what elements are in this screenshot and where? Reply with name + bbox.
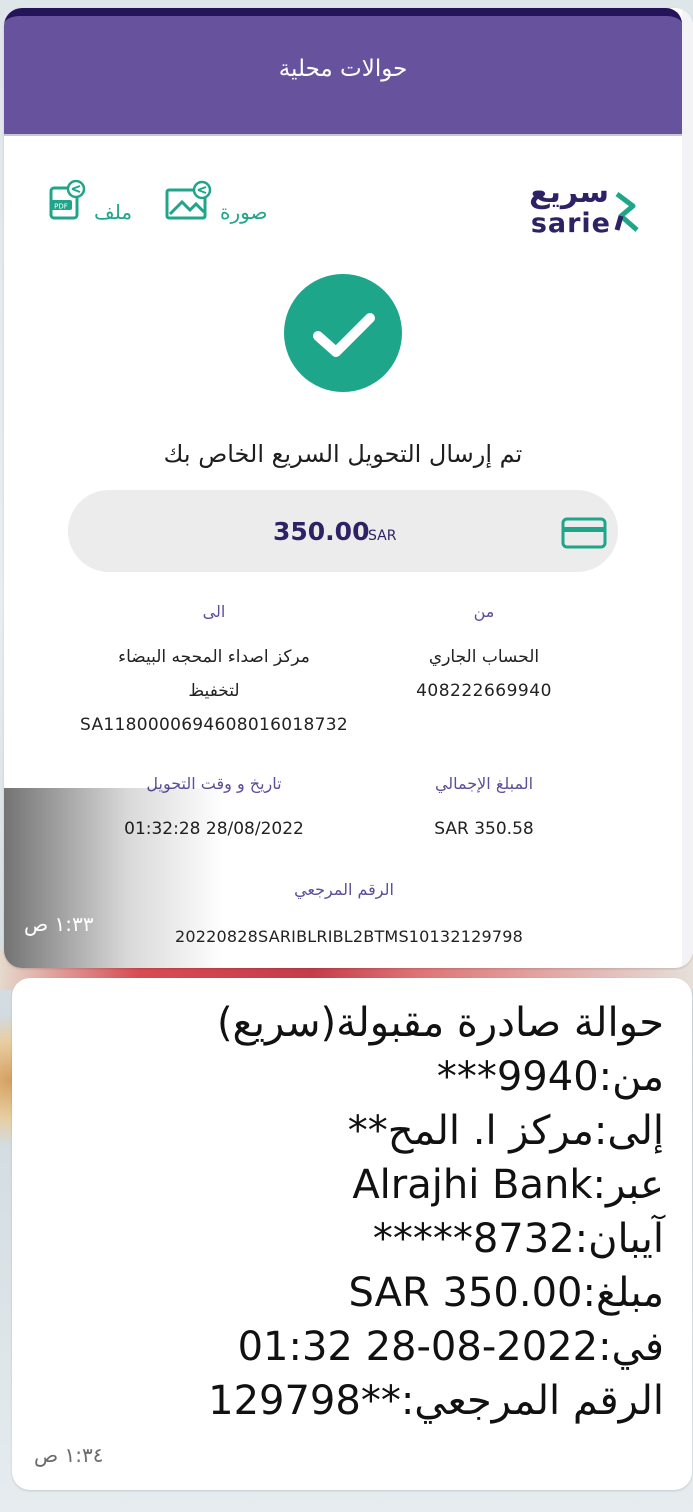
sms-line: مبلغ:SAR 350.00 [348,1270,664,1316]
datetime-value: 01:32:28 28/08/2022 [124,819,304,839]
sms-line: الرقم المرجعي:**129798 [208,1378,664,1424]
amount-pill: 350.00 SAR [68,490,618,572]
share-file-label: ملف [94,200,133,224]
sarie-logo: سريع sarie [516,176,641,246]
svg-text:PDF: PDF [54,203,68,211]
total-label: المبلغ الإجمالي [434,774,534,793]
message-timestamp: ١:٣٤ ص [34,1443,104,1467]
header-divider [4,134,682,136]
total-value: SAR 350.58 [434,819,534,839]
recipient-iban: SA1180000694608016018732 [80,715,348,735]
sms-body: حوالة صادرة مقبولة(سريع) من:9940*** إلى:… [64,996,664,1428]
sms-line: في:2022-08-28 01:32 [237,1324,664,1370]
logo-latin-text: sarie [530,208,611,239]
pdf-file-icon: PDF [49,180,86,220]
from-label: من [473,602,495,621]
sms-line: عبر:Alrajhi Bank [352,1162,664,1208]
sms-line: إلى:مركز ا. المح** [347,1108,664,1154]
image-share-icon [165,180,212,220]
success-check-icon [284,274,402,392]
amount-value: 350.00 [273,517,370,546]
datetime-label: تاريخ و وقت التحويل [146,774,282,793]
sarie-mark-icon [614,192,639,232]
share-image-label: صورة [220,200,268,224]
transfer-sent-message: تم إرسال التحويل السريع الخاص بك [163,440,523,468]
sender-account-name: الحساب الجاري [428,647,540,667]
receipt-image-message[interactable]: حوالات محلية PDF ملف صورة سريع sarie تم … [4,8,693,968]
recipient-name-line1: مركز اصداء المحجه البيضاء [118,647,310,667]
sms-line: آيبان:8732***** [372,1216,664,1262]
logo-arabic-text: سريع [529,175,609,210]
card-icon [561,517,607,549]
sms-line: من:9940*** [436,1054,664,1100]
to-label: الى [202,602,226,621]
recipient-name-line2: لتخفيظ [188,681,240,701]
sender-account-number: 408222669940 [416,681,552,701]
message-timestamp: ١:٣٣ ص [24,912,94,936]
share-image-button[interactable]: صورة [164,180,274,230]
reference-label: الرقم المرجعي [294,880,394,899]
share-file-button[interactable]: PDF ملف [48,180,140,230]
receipt-title: حوالات محلية [278,56,408,82]
sms-line: حوالة صادرة مقبولة(سريع) [216,1000,664,1046]
sms-text-message[interactable]: حوالة صادرة مقبولة(سريع) من:9940*** إلى:… [12,978,692,1490]
reference-value: 20220828SARIBLRIBL2BTMS10132129798 [175,927,523,946]
amount-currency: SAR [368,528,397,544]
receipt-header: حوالات محلية [4,8,682,134]
image-edge [682,8,693,968]
